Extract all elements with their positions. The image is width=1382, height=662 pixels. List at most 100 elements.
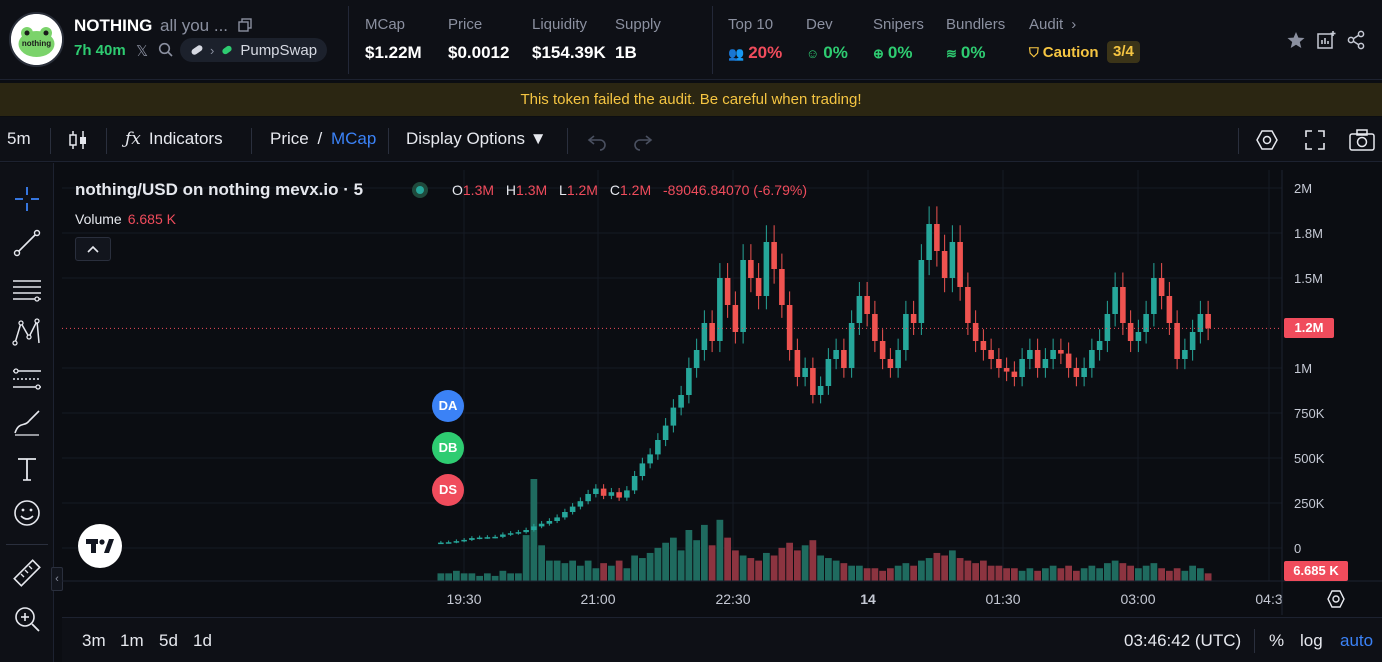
fullscreen-icon[interactable] [1304,129,1326,151]
candle-type-icon[interactable] [67,129,89,151]
marker-ds[interactable]: DS [432,474,464,506]
chevron-right-icon: › [210,42,215,58]
volume-bar [910,565,917,581]
supply-value: 1B [615,43,637,62]
platform-pill[interactable]: › PumpSwap [180,38,328,62]
candle [1120,272,1126,335]
price-chart[interactable]: 2M 1.8M 1.5M 1M 750K 500K 250K 0 19:30 21:00 22:3… [62,170,1382,615]
search-icon[interactable] [158,42,173,57]
candle [957,225,963,301]
emoji-tool-icon[interactable] [11,497,43,529]
token-header: nothing NOTHING all you ... 7h 40m 𝕏 › P… [0,0,1382,80]
candle [748,244,754,293]
bottom-divider [1254,629,1255,653]
y-tick-label: 2M [1294,181,1312,196]
volume-bar [987,565,995,581]
display-options-button[interactable]: Display Options ▼ [406,129,547,149]
candle [1096,329,1103,361]
mcap-value: $1.22M [365,43,422,62]
volume-bar [933,552,941,581]
volume-bar [716,519,724,581]
camera-icon[interactable] [1349,129,1375,151]
token-avatar[interactable]: nothing [9,12,64,67]
candle [1197,300,1204,344]
candle [972,310,979,353]
chart-canvas[interactable]: 2M 1.8M 1.5M 1M 750K 500K 250K 0 19:30 21:00 22:3… [62,170,1382,615]
price-option[interactable]: Price [270,129,309,148]
x-axis: 19:30 21:00 22:30 14 01:30 03:00 04:3 [446,591,1282,607]
mcap-option[interactable]: MCap [331,129,376,148]
volume-bar [1204,573,1212,581]
volume-bar [693,540,700,581]
candle [949,225,956,293]
volume-bar [1011,568,1018,581]
x-tick-label: 14 [860,591,876,607]
volume-bar [1135,568,1142,581]
volume-bar [887,568,894,581]
liquidity-label: Liquidity [532,16,588,33]
candle [1174,310,1180,370]
volume-bar [1018,570,1026,581]
x-tick-label: 01:30 [985,591,1020,607]
candle [577,497,584,510]
range-1m[interactable]: 1m [120,631,144,651]
auto-scale-toggle[interactable]: auto [1340,631,1373,651]
marker-da[interactable]: DA [432,390,464,422]
range-5d[interactable]: 5d [159,631,178,651]
volume-bar [577,565,584,581]
candle [833,338,839,370]
price-label: Price [448,16,483,33]
settings-hex-icon[interactable] [1256,129,1278,151]
volume-bar [1104,563,1111,581]
copy-icon[interactable] [238,18,252,32]
utc-clock[interactable]: 03:46:42 (UTC) [1124,631,1241,651]
toolbar-divider [50,128,51,154]
zoom-in-tool-icon[interactable] [11,603,43,635]
toolbar-divider [1238,128,1239,154]
candle [817,376,824,404]
undo-icon[interactable] [586,129,608,151]
caution-label: ⛉ Caution [1029,44,1099,61]
interval-select[interactable]: 5m [7,129,31,149]
volume-bar [732,550,739,581]
candle [445,540,452,544]
fib-lines-tool-icon[interactable] [11,273,43,305]
tradingview-logo[interactable] [78,524,122,568]
trend-line-tool-icon[interactable] [11,227,43,259]
projection-tool-icon[interactable] [11,363,43,395]
brush-tool-icon[interactable] [11,407,43,439]
x-social-icon[interactable]: 𝕏 [136,42,148,60]
candle [786,291,793,361]
candle [980,329,987,361]
range-1d[interactable]: 1d [193,631,212,651]
log-scale-toggle[interactable]: log [1300,631,1323,651]
text-tool-icon[interactable] [11,453,43,485]
chart-settings-icon[interactable] [1326,589,1346,609]
star-icon[interactable] [1286,30,1306,50]
chevron-up-icon [87,245,99,253]
app-root: nothing NOTHING all you ... 7h 40m 𝕏 › P… [0,0,1382,662]
candle [647,448,653,469]
crosshair-tool-icon[interactable] [11,183,43,215]
candle [507,531,514,536]
candle [717,263,723,353]
add-chart-icon[interactable] [1316,30,1336,50]
price-mcap-toggle[interactable]: Price / MCap [270,129,376,149]
marker-db[interactable]: DB [432,432,464,464]
audit-link[interactable]: Audit › [1029,16,1076,33]
y-tick-label: 750K [1294,406,1325,421]
candle [1050,338,1056,370]
share-icon[interactable] [1346,30,1366,50]
volume-bar [1049,565,1057,581]
volume-bar [1111,560,1119,581]
candle [639,457,646,481]
redo-icon[interactable] [632,129,654,151]
percent-scale-toggle[interactable]: % [1269,631,1284,651]
collapse-legend-button[interactable] [75,237,111,261]
pattern-tool-icon[interactable] [11,317,43,349]
header-divider [348,6,349,74]
indicators-button[interactable]: ƒx Indicators [125,129,223,149]
candle [825,348,832,395]
ruler-tool-icon[interactable] [11,557,43,589]
range-3m[interactable]: 3m [82,631,106,651]
